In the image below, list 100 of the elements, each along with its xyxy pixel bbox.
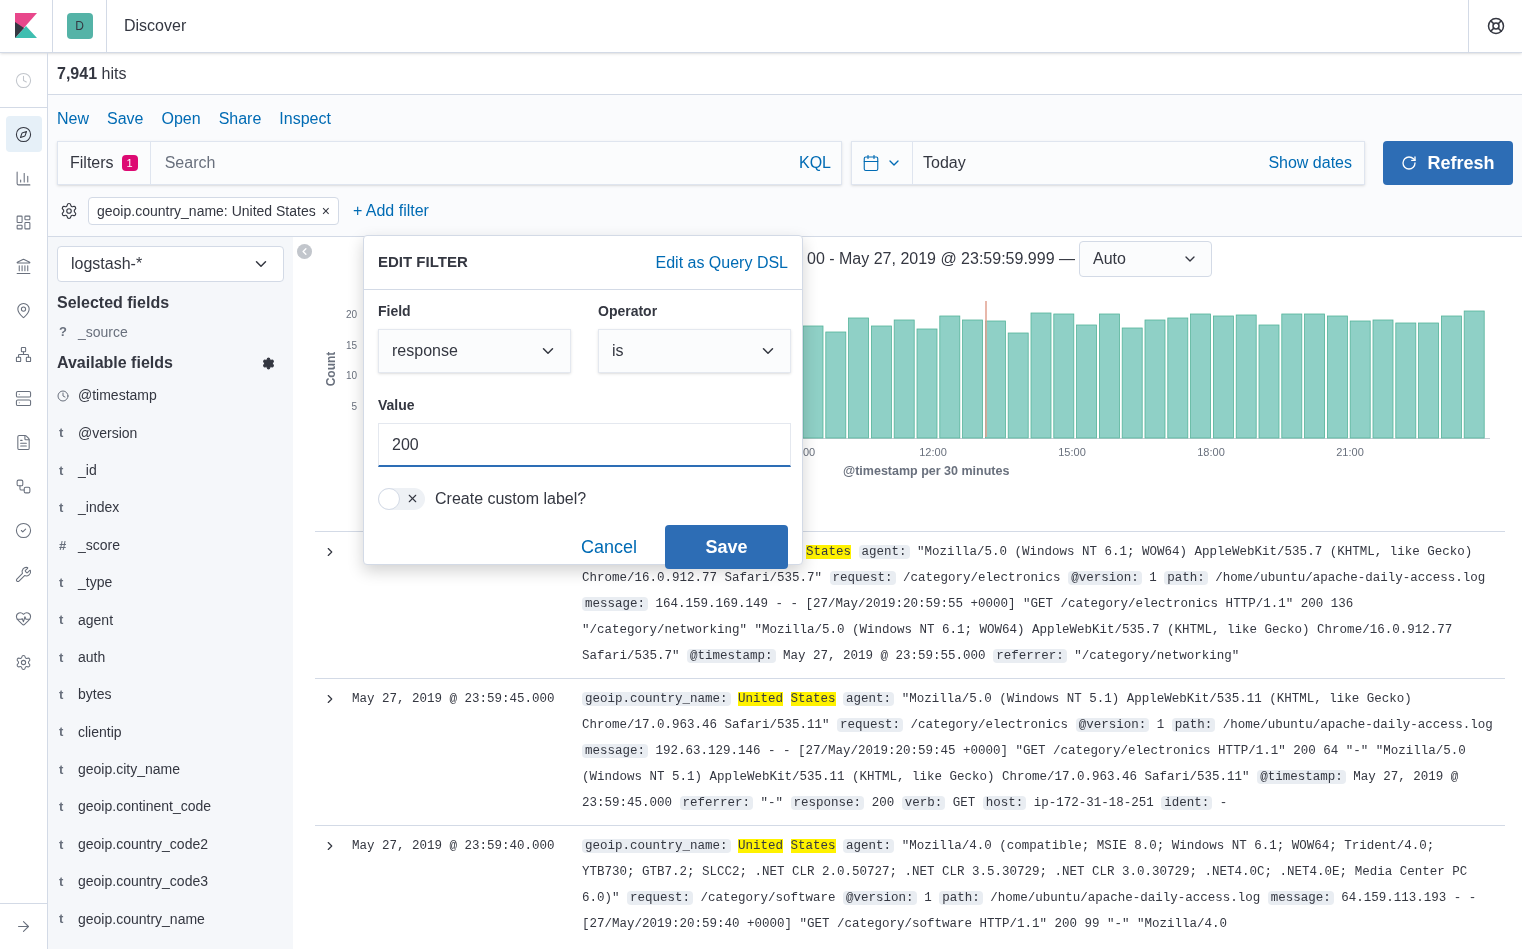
field-name[interactable]: clientip bbox=[78, 721, 122, 743]
histogram-bar[interactable] bbox=[1144, 319, 1166, 439]
histogram-bar[interactable] bbox=[1007, 332, 1029, 439]
time-range-label: 00 - May 27, 2019 @ 23:59:59.999 — bbox=[807, 249, 1075, 269]
settings-icon[interactable] bbox=[262, 356, 275, 370]
custom-label-text: Create custom label? bbox=[435, 489, 587, 509]
histogram-bar[interactable] bbox=[962, 319, 983, 439]
field-name[interactable]: @version bbox=[78, 422, 138, 444]
field-type-glyph: # bbox=[58, 536, 68, 555]
menu-link[interactable]: New bbox=[57, 107, 89, 140]
histogram-bar[interactable] bbox=[1372, 319, 1394, 439]
operator-select[interactable]: is bbox=[598, 329, 791, 373]
time-cell: May 27, 2019 @ 23:59:45.000 bbox=[352, 692, 555, 706]
cancel-link[interactable]: Cancel bbox=[580, 533, 637, 561]
space-avatar[interactable]: D bbox=[66, 13, 93, 39]
histogram-bar[interactable] bbox=[848, 317, 869, 439]
histogram-bar[interactable] bbox=[825, 331, 847, 439]
field-name[interactable]: _type bbox=[78, 572, 113, 594]
field-type-glyph: t bbox=[58, 573, 65, 592]
histogram-bar[interactable] bbox=[1099, 313, 1120, 439]
index-pattern-select[interactable]: logstash-* bbox=[57, 246, 284, 282]
histogram-bar[interactable] bbox=[1463, 310, 1485, 439]
filters-button[interactable]: Filters 1 bbox=[58, 142, 151, 184]
menu-link[interactable]: Inspect bbox=[279, 107, 331, 140]
check-circle-icon bbox=[15, 521, 32, 539]
histogram-bar[interactable] bbox=[1395, 322, 1417, 439]
field-type-glyph: t bbox=[58, 910, 65, 929]
field-name[interactable]: geoip.country_code3 bbox=[78, 871, 208, 893]
field-name[interactable]: geoip.city_name bbox=[78, 759, 180, 781]
help-icon[interactable] bbox=[1486, 17, 1505, 35]
histogram-bar[interactable] bbox=[1190, 313, 1211, 439]
histogram-bar[interactable] bbox=[1281, 313, 1303, 439]
field-name[interactable]: _source bbox=[78, 321, 128, 343]
axis-tick-label: 00 bbox=[803, 446, 816, 458]
histogram-bar[interactable] bbox=[1304, 313, 1325, 439]
field-select[interactable]: response bbox=[378, 329, 571, 373]
date-value[interactable]: Today bbox=[913, 142, 1269, 184]
menu-link[interactable]: Save bbox=[107, 107, 144, 140]
histogram-bar[interactable] bbox=[985, 320, 1006, 439]
field-name[interactable]: _score bbox=[78, 534, 121, 556]
histogram-bar[interactable] bbox=[1349, 320, 1371, 439]
histogram-bar[interactable] bbox=[1076, 324, 1097, 439]
axis-tick-label: 12:00 bbox=[919, 446, 947, 458]
histogram-bar[interactable] bbox=[1235, 314, 1257, 439]
kql-link[interactable]: KQL bbox=[799, 142, 841, 184]
field-name[interactable]: _index bbox=[78, 497, 120, 519]
nav-button[interactable] bbox=[5, 116, 42, 152]
histogram-bar[interactable] bbox=[1213, 315, 1234, 439]
field-name[interactable]: bytes bbox=[78, 684, 112, 706]
show-dates-link[interactable]: Show dates bbox=[1268, 142, 1364, 184]
histogram-bar[interactable] bbox=[1053, 313, 1075, 439]
histogram-bar[interactable] bbox=[1121, 327, 1143, 439]
axis-tick-label: 18:00 bbox=[1197, 446, 1225, 458]
axis-title: Count bbox=[324, 351, 338, 387]
axis-tick-label: 21:00 bbox=[1336, 446, 1364, 458]
wrench-icon bbox=[15, 565, 32, 583]
add-filter-link[interactable]: + Add filter bbox=[352, 199, 429, 223]
time-cell: May 27, 2019 @ 23:59:40.000 bbox=[352, 839, 555, 853]
field-name[interactable]: geoip.country_code2 bbox=[78, 833, 208, 855]
remove-filter-button[interactable]: × bbox=[321, 200, 330, 222]
query-dsl-link[interactable]: Edit as Query DSL bbox=[655, 250, 788, 275]
save-button[interactable]: Save bbox=[665, 525, 788, 569]
server-icon bbox=[15, 389, 32, 407]
field-name[interactable]: agent bbox=[78, 609, 114, 631]
histogram-bar[interactable] bbox=[1030, 312, 1052, 439]
refresh-icon bbox=[1401, 155, 1418, 171]
histogram-bar[interactable] bbox=[1327, 315, 1348, 439]
field-type-glyph: t bbox=[58, 723, 65, 742]
field-name[interactable]: geoip.country_name bbox=[78, 908, 205, 930]
histogram-bar[interactable] bbox=[1167, 317, 1189, 439]
histogram-bar[interactable] bbox=[916, 328, 938, 439]
interval-select[interactable]: Auto bbox=[1078, 241, 1212, 277]
menu-link[interactable]: Open bbox=[161, 107, 201, 140]
field-type-glyph: t bbox=[58, 461, 65, 480]
histogram-bar[interactable] bbox=[1258, 324, 1280, 439]
refresh-button[interactable]: Refresh bbox=[1383, 141, 1513, 185]
field-type-glyph: t bbox=[58, 499, 65, 518]
query-bar[interactable]: Filters 1 Search KQL bbox=[57, 141, 842, 185]
search-field[interactable]: Search bbox=[150, 142, 799, 184]
histogram-bar[interactable] bbox=[893, 319, 915, 439]
collapse-button[interactable] bbox=[297, 244, 312, 259]
filter-count-badge: 1 bbox=[121, 155, 138, 171]
menu-link[interactable]: Share bbox=[218, 107, 262, 140]
field-type-glyph: t bbox=[58, 424, 65, 443]
field-name[interactable]: auth bbox=[78, 646, 106, 668]
filter-pill[interactable]: geoip.country_name: United States × bbox=[88, 197, 339, 225]
logo-icon[interactable] bbox=[15, 13, 37, 39]
histogram-bar[interactable] bbox=[1418, 322, 1439, 439]
field-type-glyph: t bbox=[58, 648, 65, 667]
histogram-bar[interactable] bbox=[802, 325, 824, 439]
value-field[interactable]: 200 bbox=[378, 423, 791, 467]
field-name[interactable]: geoip.continent_code bbox=[78, 796, 212, 818]
settings-icon[interactable] bbox=[60, 202, 78, 220]
field-name[interactable]: @timestamp bbox=[78, 385, 157, 407]
field-name[interactable]: _id bbox=[78, 459, 97, 481]
axis-tick-label: 5 bbox=[351, 400, 357, 412]
histogram-bar[interactable] bbox=[939, 315, 961, 439]
histogram-bar[interactable] bbox=[871, 325, 892, 439]
histogram-bar[interactable] bbox=[1441, 315, 1462, 439]
custom-label-toggle[interactable] bbox=[378, 488, 425, 510]
